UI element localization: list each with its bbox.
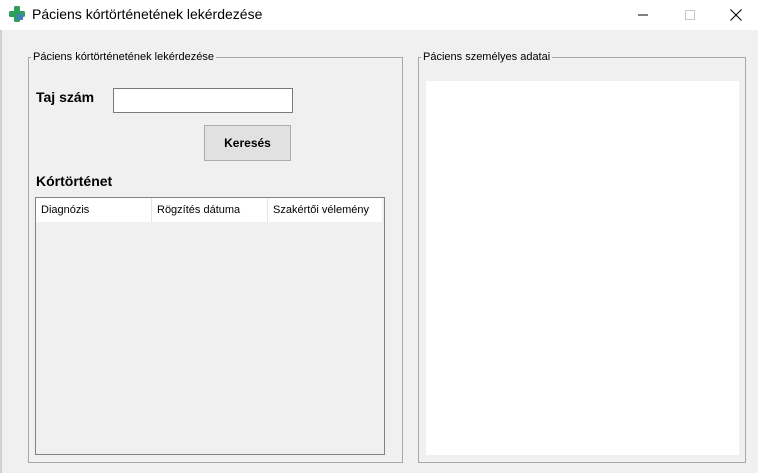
- close-button[interactable]: [713, 0, 758, 30]
- table-header: Diagnózis Rögzítés dátuma Szakértői véle…: [36, 198, 382, 222]
- taj-label: Taj szám: [36, 89, 95, 105]
- title-bar[interactable]: Páciens kórtörténetének lekérdezése: [0, 0, 758, 30]
- maximize-button[interactable]: [667, 0, 713, 30]
- maximize-icon: [685, 10, 695, 20]
- minimize-button[interactable]: [620, 0, 666, 30]
- close-icon: [730, 9, 742, 21]
- history-label: Kórtörténet: [36, 173, 113, 189]
- column-header-expert-opinion[interactable]: Szakértői vélemény: [268, 198, 382, 222]
- personal-data-panel[interactable]: [426, 81, 739, 455]
- personal-data-group-title: Páciens személyes adatai: [423, 51, 551, 63]
- window-title: Páciens kórtörténetének lekérdezése: [32, 6, 263, 22]
- window-left-edge: [0, 30, 2, 473]
- search-group-title: Páciens kórtörténetének lekérdezése: [33, 51, 214, 63]
- medical-cross-icon: [9, 6, 25, 22]
- taj-input[interactable]: [113, 88, 293, 113]
- app-window: Páciens kórtörténetének lekérdezése Páci…: [0, 0, 758, 473]
- minimize-icon: [638, 10, 648, 20]
- history-table[interactable]: Diagnózis Rögzítés dátuma Szakértői véle…: [35, 197, 385, 455]
- column-header-recorded-date[interactable]: Rögzítés dátuma: [152, 198, 268, 222]
- search-button[interactable]: Keresés: [204, 125, 291, 161]
- column-header-diagnosis[interactable]: Diagnózis: [36, 198, 152, 222]
